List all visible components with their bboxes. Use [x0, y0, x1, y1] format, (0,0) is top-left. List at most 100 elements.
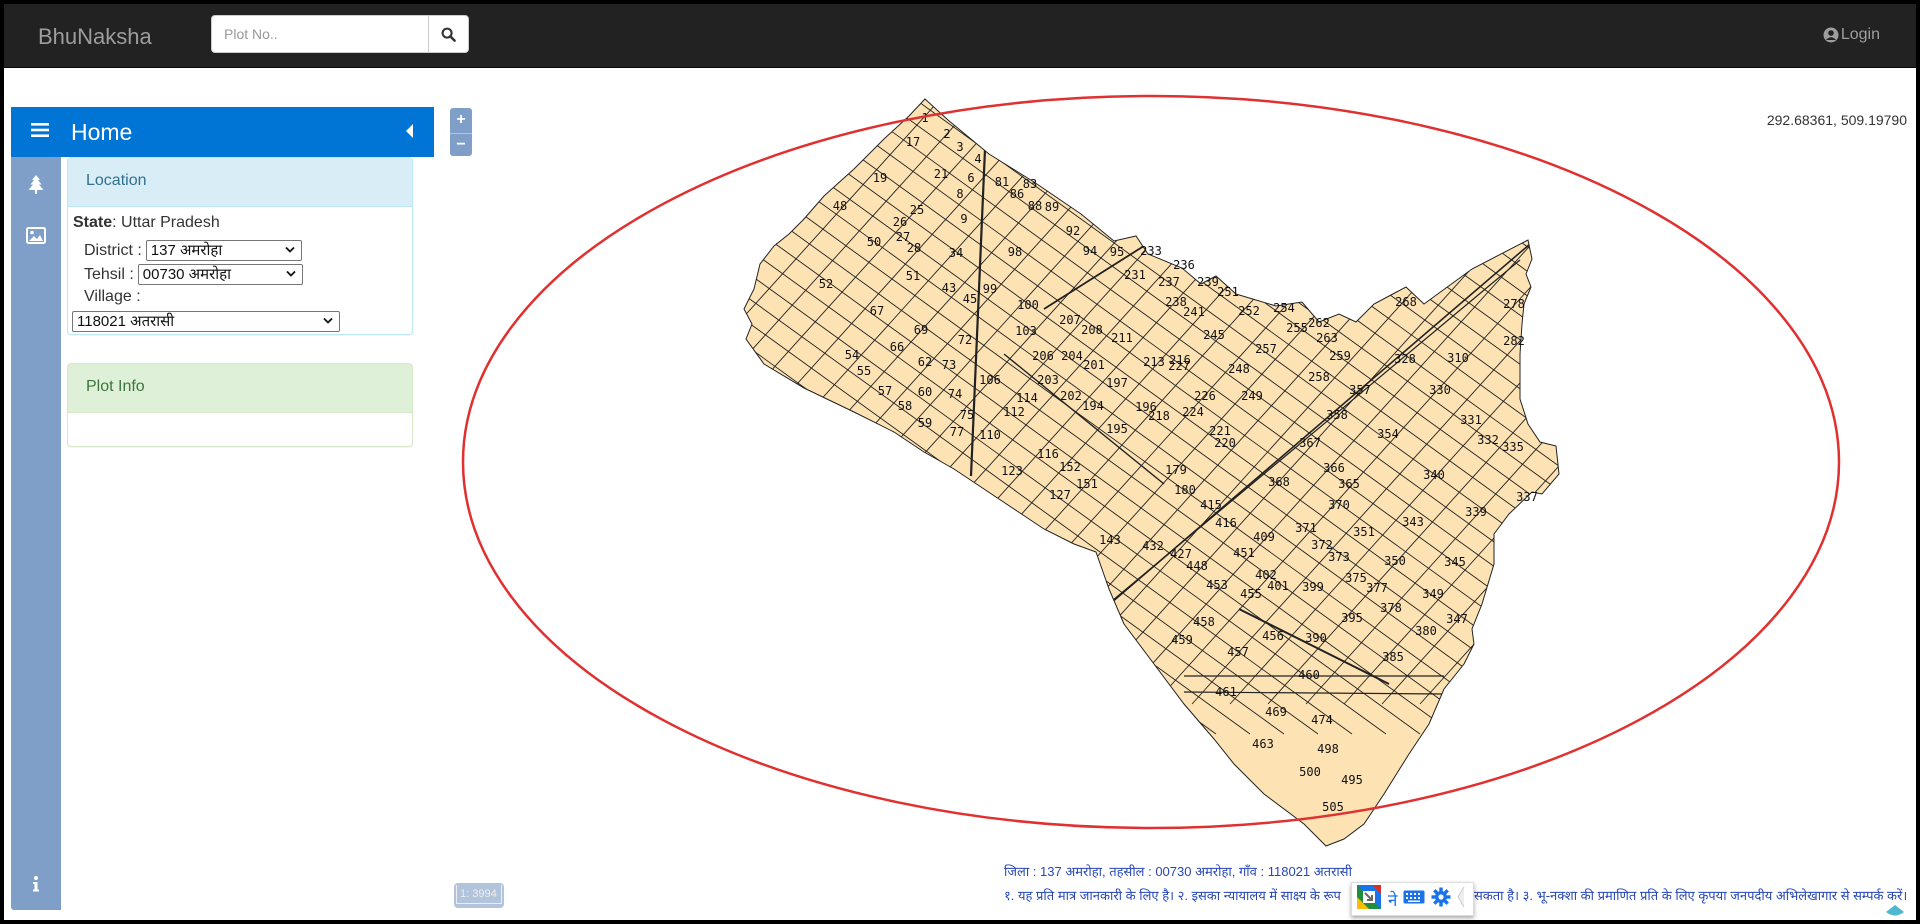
plot-label[interactable]: 395	[1341, 611, 1363, 625]
plot-label[interactable]: 74	[948, 387, 962, 401]
plot-label[interactable]: 2	[943, 127, 950, 141]
plot-label[interactable]: 127	[1049, 488, 1071, 502]
plot-label[interactable]: 231	[1124, 268, 1146, 282]
plot-label[interactable]: 340	[1423, 468, 1445, 482]
plot-label[interactable]: 99	[983, 282, 997, 296]
plot-label[interactable]: 385	[1382, 650, 1404, 664]
plot-label[interactable]: 258	[1308, 370, 1330, 384]
input-language-toggle[interactable]: ने	[1388, 888, 1397, 911]
plot-info-heading[interactable]: Plot Info	[68, 364, 412, 413]
plot-label[interactable]: 367	[1299, 436, 1321, 450]
plot-label[interactable]: 357	[1349, 383, 1371, 397]
plot-label[interactable]: 390	[1305, 631, 1327, 645]
plot-label[interactable]: 86	[1010, 187, 1024, 201]
plot-label[interactable]: 62	[918, 355, 932, 369]
plot-label[interactable]: 17	[906, 135, 920, 149]
plot-label[interactable]: 43	[942, 281, 956, 295]
village-select[interactable]: 118021 अतरासी	[72, 311, 340, 332]
plot-label[interactable]: 103	[1015, 324, 1037, 338]
plot-label[interactable]: 252	[1238, 304, 1260, 318]
plot-label[interactable]: 201	[1083, 358, 1105, 372]
plot-label[interactable]: 204	[1061, 349, 1083, 363]
plot-label[interactable]: 328	[1394, 352, 1416, 366]
plot-label[interactable]: 55	[857, 364, 871, 378]
plot-label[interactable]: 263	[1316, 331, 1338, 345]
plot-label[interactable]: 241	[1183, 305, 1205, 319]
plot-label[interactable]: 58	[898, 399, 912, 413]
plot-label[interactable]: 337	[1516, 490, 1538, 504]
plot-label[interactable]: 278	[1503, 297, 1525, 311]
plot-label[interactable]: 349	[1422, 587, 1444, 601]
plot-label[interactable]: 83	[1023, 177, 1037, 191]
plot-label[interactable]: 233	[1140, 244, 1162, 258]
plot-label[interactable]: 67	[870, 304, 884, 318]
plot-label[interactable]: 3	[956, 140, 963, 154]
plot-label[interactable]: 28	[907, 241, 921, 255]
district-select[interactable]: 137 अमरोहा	[145, 240, 302, 261]
plot-label[interactable]: 378	[1380, 601, 1402, 615]
plot-label[interactable]: 245	[1203, 328, 1225, 342]
plot-label[interactable]: 460	[1298, 668, 1320, 682]
tree-icon[interactable]	[11, 170, 61, 200]
caret-left-icon[interactable]	[405, 124, 414, 143]
plot-label[interactable]: 81	[995, 175, 1009, 189]
plot-label[interactable]: 92	[1066, 224, 1080, 238]
plot-label[interactable]: 100	[1017, 298, 1039, 312]
plot-label[interactable]: 197	[1106, 376, 1128, 390]
plot-label[interactable]: 208	[1081, 323, 1103, 337]
plot-label[interactable]: 500	[1299, 765, 1321, 779]
plot-label[interactable]: 206	[1032, 349, 1054, 363]
plot-label[interactable]: 347	[1446, 612, 1468, 626]
plot-label[interactable]: 448	[1186, 559, 1208, 573]
plot-label[interactable]: 249	[1241, 389, 1263, 403]
plot-label[interactable]: 339	[1465, 505, 1487, 519]
plot-label[interactable]: 358	[1326, 408, 1348, 422]
plot-label[interactable]: 257	[1255, 342, 1277, 356]
plot-label[interactable]: 152	[1059, 460, 1081, 474]
plot-label[interactable]: 251	[1217, 285, 1239, 299]
plot-label[interactable]: 416	[1215, 516, 1237, 530]
plot-label[interactable]: 66	[890, 340, 904, 354]
plot-label[interactable]: 474	[1311, 713, 1333, 727]
plot-label[interactable]: 236	[1173, 258, 1195, 272]
plot-label[interactable]: 9	[960, 212, 967, 226]
plot-label[interactable]: 77	[950, 425, 964, 439]
plot-label[interactable]: 373	[1328, 550, 1350, 564]
plot-label[interactable]: 218	[1148, 409, 1170, 423]
plot-label[interactable]: 505	[1322, 800, 1344, 814]
plot-label[interactable]: 114	[1016, 391, 1038, 405]
plot-label[interactable]: 371	[1295, 521, 1317, 535]
plot-label[interactable]: 8	[956, 187, 963, 201]
plot-label[interactable]: 262	[1308, 316, 1330, 330]
plot-label[interactable]: 456	[1262, 629, 1284, 643]
plot-label[interactable]: 21	[934, 167, 948, 181]
plot-label[interactable]: 350	[1384, 554, 1406, 568]
plot-label[interactable]: 345	[1444, 555, 1466, 569]
plot-label[interactable]: 255	[1286, 321, 1308, 335]
plot-label[interactable]: 310	[1447, 351, 1469, 365]
collapse-toolbar-icon[interactable]	[1457, 886, 1465, 913]
plot-label[interactable]: 432	[1142, 539, 1164, 553]
plot-label[interactable]: 89	[1045, 200, 1059, 214]
plot-label[interactable]: 469	[1265, 705, 1287, 719]
plot-label[interactable]: 463	[1252, 737, 1274, 751]
plot-label[interactable]: 377	[1366, 581, 1388, 595]
plot-label[interactable]: 365	[1338, 477, 1360, 491]
plot-label[interactable]: 52	[819, 277, 833, 291]
plot-label[interactable]: 380	[1415, 624, 1437, 638]
plot-label[interactable]: 351	[1353, 525, 1375, 539]
plot-label[interactable]: 451	[1233, 546, 1255, 560]
plot-label[interactable]: 495	[1341, 773, 1363, 787]
plot-label[interactable]: 203	[1037, 373, 1059, 387]
plot-label[interactable]: 453	[1206, 578, 1228, 592]
plot-label[interactable]: 220	[1214, 436, 1236, 450]
plot-label[interactable]: 227	[1168, 359, 1190, 373]
plot-label[interactable]: 112	[1003, 405, 1025, 419]
plot-label[interactable]: 19	[873, 171, 887, 185]
plot-label[interactable]: 195	[1106, 422, 1128, 436]
plot-label[interactable]: 343	[1402, 515, 1424, 529]
plot-label[interactable]: 331	[1460, 413, 1482, 427]
plot-label[interactable]: 459	[1171, 633, 1193, 647]
plot-label[interactable]: 94	[1083, 244, 1097, 258]
plot-label[interactable]: 194	[1082, 399, 1104, 413]
